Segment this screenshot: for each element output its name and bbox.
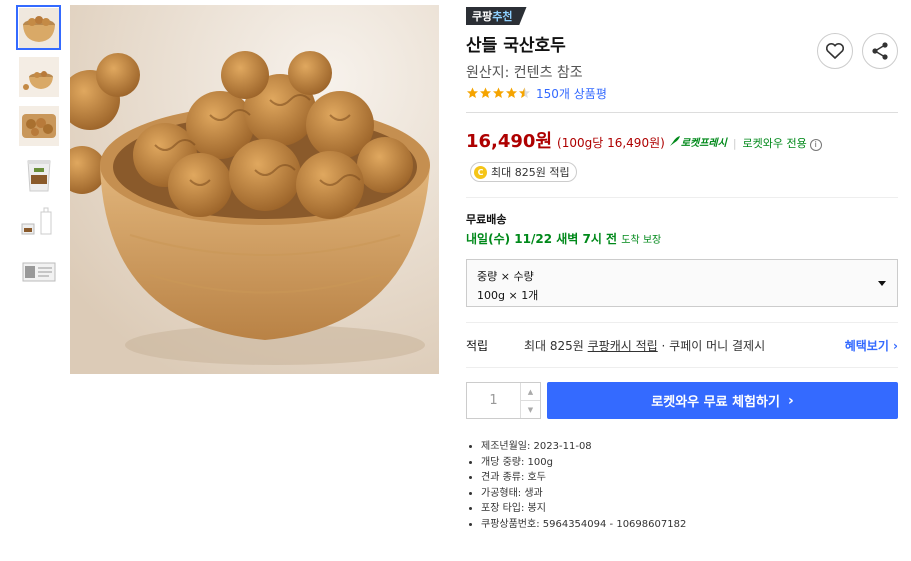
rocket-wow-label: 로켓와우 전용 xyxy=(742,137,807,150)
main-product-image xyxy=(70,5,439,374)
rocket-wow-trial-button[interactable]: 로켓와우 무료 체험하기 › xyxy=(547,382,898,419)
buy-row: 1 ▲ ▼ 로켓와우 무료 체험하기 › xyxy=(466,382,898,419)
option-value: 100g × 1개 xyxy=(477,289,539,302)
share-icon xyxy=(872,42,888,60)
cash-reward-pill: C 최대 825원 적립 xyxy=(470,162,577,182)
attribute-item: 쿠팡상품번호: 5964354094 - 10698607182 xyxy=(481,517,898,533)
rocket-fresh-label: 로켓프레시 xyxy=(680,137,727,149)
price-row: 16,490원 (100g당 16,490원) 로켓프레시 | 로켓와우 전용 … xyxy=(466,127,898,153)
shipping-label: 무료배송 xyxy=(466,213,507,226)
quantity-input[interactable]: 1 xyxy=(467,383,520,418)
quantity-up-icon[interactable]: ▲ xyxy=(521,383,540,401)
rating-row: 150개 상품평 xyxy=(466,84,898,102)
thumbnail-1[interactable] xyxy=(16,5,61,50)
badge-prefix: 쿠팡 xyxy=(472,10,493,23)
star-icon xyxy=(467,87,478,98)
rocket-icon xyxy=(669,136,680,146)
wishlist-button[interactable] xyxy=(817,33,853,69)
divider xyxy=(466,112,898,113)
thumbnail-5[interactable] xyxy=(16,201,61,246)
option-select[interactable]: 중량 × 수량 100g × 1개 xyxy=(466,259,898,307)
rocket-fresh-badge: 로켓프레시 xyxy=(669,134,727,149)
thumbnail-3[interactable] xyxy=(16,103,61,148)
arrival-date: 내일(수) 11/22 새벽 7시 전 xyxy=(466,232,618,246)
sale-price: 16,490원 xyxy=(466,131,553,152)
thumbnail-list xyxy=(16,5,62,299)
walnut-bowl-image xyxy=(70,5,439,374)
reward-text: 최대 825원 쿠팡캐시 적립 · 쿠페이 머니 결제시 xyxy=(524,337,845,354)
attribute-item: 제조년월일: 2023-11-08 xyxy=(481,439,898,455)
divider: | xyxy=(732,137,737,150)
star-rating xyxy=(466,87,531,99)
label-info-thumb xyxy=(18,252,59,293)
quantity-arrows: ▲ ▼ xyxy=(520,383,540,418)
reward-row: 적립 최대 825원 쿠팡캐시 적립 · 쿠페이 머니 결제시 혜택보기 › xyxy=(466,323,898,367)
attribute-item: 견과 종류: 호두 xyxy=(481,470,898,486)
thumbnail-4[interactable] xyxy=(16,152,61,197)
coupang-cash-link[interactable]: 쿠팡캐시 적립 xyxy=(588,339,658,353)
chevron-down-icon xyxy=(878,281,886,286)
quantity-stepper[interactable]: 1 ▲ ▼ xyxy=(466,382,541,419)
walnut-tub-thumb xyxy=(18,154,59,195)
buy-button-label: 로켓와우 무료 체험하기 xyxy=(651,395,780,410)
coupang-recommend-badge: 쿠팡 추천 xyxy=(466,7,527,25)
unit-price: (100g당 16,490원) xyxy=(557,136,665,150)
shipping-date: 내일(수) 11/22 새벽 7시 전 도착 보장 xyxy=(466,230,898,247)
attribute-item: 포장 타입: 봉지 xyxy=(481,501,898,517)
reward-prefix: 최대 825원 xyxy=(524,338,588,353)
star-icon xyxy=(506,87,517,98)
cash-reward-text: 최대 825원 적립 xyxy=(491,166,570,179)
view-benefits-link[interactable]: 혜택보기 › xyxy=(845,337,898,354)
thumbnail-6[interactable] xyxy=(16,250,61,295)
reward-suffix: · 쿠페이 머니 결제시 xyxy=(657,338,766,353)
divider xyxy=(466,197,898,198)
option-header: 중량 × 수량 xyxy=(477,270,534,283)
product-attributes: 제조년월일: 2023-11-08 개당 중량: 100g 견과 종류: 호두 … xyxy=(466,439,898,532)
heart-icon xyxy=(825,43,845,59)
attribute-item: 가공형태: 생과 xyxy=(481,486,898,502)
walnut-plate-thumb xyxy=(18,105,59,146)
star-icon xyxy=(480,87,491,98)
title-row: 산들 국산호두 xyxy=(466,33,898,69)
walnut-bowl-thumb xyxy=(18,7,59,48)
badge-accent: 추천 xyxy=(492,10,513,23)
walnut-bowl-thumb xyxy=(18,56,59,97)
chevron-right-icon: › xyxy=(787,392,794,409)
thumbnail-2[interactable] xyxy=(16,54,61,99)
product-info-panel: 쿠팡 추천 산들 국산호두 원산지: 컨텐츠 참조 150개 상품평 16,49… xyxy=(466,5,898,532)
share-button[interactable] xyxy=(862,33,898,69)
divider xyxy=(466,367,898,368)
reward-label: 적립 xyxy=(466,338,489,353)
star-icon xyxy=(493,87,504,98)
product-info-thumb xyxy=(18,203,59,244)
review-count-link[interactable]: 150개 상품평 xyxy=(536,85,607,102)
quantity-down-icon[interactable]: ▼ xyxy=(521,401,540,418)
half-star-icon xyxy=(519,87,530,98)
coin-icon: C xyxy=(474,165,487,179)
arrival-guarantee: 도착 보장 xyxy=(621,235,662,246)
attribute-item: 개당 중량: 100g xyxy=(481,455,898,471)
info-icon[interactable]: i xyxy=(809,138,822,151)
